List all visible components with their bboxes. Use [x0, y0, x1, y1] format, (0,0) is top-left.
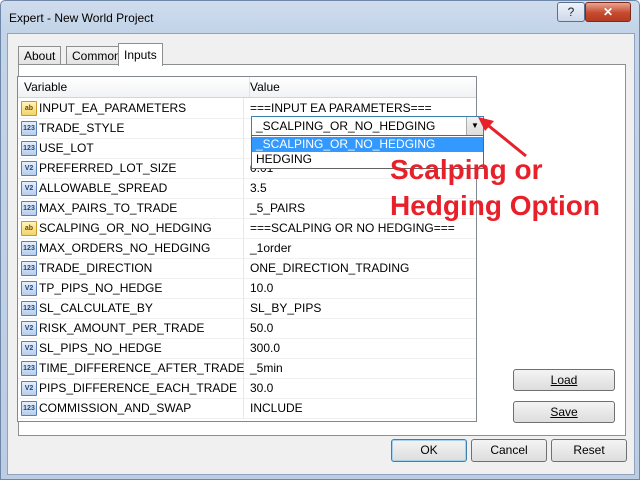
variable-cell: V2 PIPS_DIFFERENCE_EACH_TRADE: [18, 378, 244, 398]
trade-style-combo[interactable]: _SCALPING_OR_NO_HEDGING ▼: [251, 116, 484, 136]
table-row[interactable]: 123 MAX_ORDERS_NO_HEDGING _1order: [18, 238, 476, 259]
variable-name: TIME_DIFFERENCE_AFTER_TRADE: [39, 361, 245, 375]
value-cell[interactable]: _5min: [244, 358, 476, 378]
table-row[interactable]: V2 TP_PIPS_NO_HEDGE 10.0: [18, 278, 476, 299]
table-row[interactable]: 123 SL_CALCULATE_BY SL_BY_PIPS: [18, 298, 476, 319]
variable-name: TRADE_STYLE: [39, 121, 125, 135]
integer-type-icon: 123: [21, 401, 37, 416]
value-cell[interactable]: 50.0: [244, 318, 476, 338]
value-cell[interactable]: ===INPUT EA PARAMETERS===: [244, 98, 476, 118]
double-type-icon: V2: [21, 181, 37, 196]
variable-cell: 123 USE_LOT: [18, 138, 244, 158]
variable-name: TRADE_DIRECTION: [39, 261, 153, 275]
variable-name: COMMISSION_AND_SWAP: [39, 401, 192, 415]
variable-cell: 123 TIME_DIFFERENCE_AFTER_TRADE: [18, 358, 244, 378]
integer-type-icon: 123: [21, 261, 37, 276]
value-cell[interactable]: SL_BY_PIPS: [244, 298, 476, 318]
variable-cell: ab SCALPING_OR_NO_HEDGING: [18, 218, 244, 238]
string-type-icon: ab: [21, 221, 37, 236]
title-bar[interactable]: Expert - New World Project ? ✕: [1, 1, 639, 33]
grid-header: Variable Value: [18, 77, 476, 98]
integer-type-icon: 123: [21, 241, 37, 256]
double-type-icon: V2: [21, 341, 37, 356]
double-type-icon: V2: [21, 281, 37, 296]
variable-cell: V2 SL_PIPS_NO_HEDGE: [18, 338, 244, 358]
value-cell[interactable]: 10.0: [244, 278, 476, 298]
variable-cell: 123 TRADE_STYLE: [18, 118, 244, 138]
tab-inputs[interactable]: Inputs: [118, 43, 163, 66]
dropdown-option-scalping[interactable]: _SCALPING_OR_NO_HEDGING: [252, 137, 483, 152]
variable-cell: V2 ALLOWABLE_SPREAD: [18, 178, 244, 198]
column-header-variable[interactable]: Variable: [18, 77, 250, 97]
integer-type-icon: 123: [21, 361, 37, 376]
variable-name: RISK_AMOUNT_PER_TRADE: [39, 321, 205, 335]
value-cell[interactable]: _1order: [244, 238, 476, 258]
variable-cell: ab INPUT_EA_PARAMETERS: [18, 98, 244, 118]
variable-cell: 123 SL_CALCULATE_BY: [18, 298, 244, 318]
load-button[interactable]: Load: [513, 369, 615, 391]
table-row[interactable]: 123 TIME_DIFFERENCE_AFTER_TRADE _5min: [18, 358, 476, 379]
table-row[interactable]: 123 COMMISSION_AND_SWAP INCLUDE: [18, 398, 476, 419]
variable-name: TP_PIPS_NO_HEDGE: [39, 281, 163, 295]
variable-name: INPUT_EA_PARAMETERS: [39, 101, 187, 115]
variable-cell: 123 MAX_PAIRS_TO_TRADE: [18, 198, 244, 218]
expert-dialog: Expert - New World Project ? ✕ About Com…: [0, 0, 640, 480]
value-cell[interactable]: INCLUDE: [244, 398, 476, 418]
save-button[interactable]: Save: [513, 401, 615, 423]
variable-name: MAX_PAIRS_TO_TRADE: [39, 201, 178, 215]
tab-about[interactable]: About: [18, 46, 62, 65]
variable-name: PIPS_DIFFERENCE_EACH_TRADE: [39, 381, 238, 395]
variable-name: PREFERRED_LOT_SIZE: [39, 161, 177, 175]
reset-button[interactable]: Reset: [551, 439, 627, 462]
value-cell[interactable]: 30.0: [244, 378, 476, 398]
load-button-label: Load: [550, 373, 578, 387]
string-type-icon: ab: [21, 101, 37, 116]
variable-name: SL_PIPS_NO_HEDGE: [39, 341, 162, 355]
table-row[interactable]: V2 SL_PIPS_NO_HEDGE 300.0: [18, 338, 476, 359]
integer-type-icon: 123: [21, 121, 37, 136]
value-cell[interactable]: ONE_DIRECTION_TRADING: [244, 258, 476, 278]
double-type-icon: V2: [21, 321, 37, 336]
annotation-line-1: Scalping or: [390, 154, 543, 185]
variable-name: ALLOWABLE_SPREAD: [39, 181, 168, 195]
double-type-icon: V2: [21, 161, 37, 176]
value-cell[interactable]: 300.0: [244, 338, 476, 358]
combo-selected-value: _SCALPING_OR_NO_HEDGING: [256, 119, 436, 133]
variable-cell: 123 MAX_ORDERS_NO_HEDGING: [18, 238, 244, 258]
dialog-client: About Common Inputs Variable Value ab INP…: [7, 33, 635, 475]
double-type-icon: V2: [21, 381, 37, 396]
variable-cell: V2 RISK_AMOUNT_PER_TRADE: [18, 318, 244, 338]
variable-cell: V2 PREFERRED_LOT_SIZE: [18, 158, 244, 178]
integer-type-icon: 123: [21, 141, 37, 156]
cancel-button[interactable]: Cancel: [471, 439, 547, 462]
variable-cell: V2 TP_PIPS_NO_HEDGE: [18, 278, 244, 298]
variable-name: USE_LOT: [39, 141, 94, 155]
integer-type-icon: 123: [21, 301, 37, 316]
column-header-value[interactable]: Value: [244, 77, 476, 97]
help-button[interactable]: ?: [557, 2, 585, 22]
integer-type-icon: 123: [21, 201, 37, 216]
variable-cell: 123 TRADE_DIRECTION: [18, 258, 244, 278]
ok-button[interactable]: OK: [391, 439, 467, 462]
save-button-label: Save: [550, 405, 578, 419]
table-row[interactable]: V2 PIPS_DIFFERENCE_EACH_TRADE 30.0: [18, 378, 476, 399]
annotation-text: Scalping or Hedging Option: [390, 152, 600, 224]
table-row[interactable]: 123 TRADE_DIRECTION ONE_DIRECTION_TRADING: [18, 258, 476, 279]
table-row[interactable]: V2 RISK_AMOUNT_PER_TRADE 50.0: [18, 318, 476, 339]
variable-name: MAX_ORDERS_NO_HEDGING: [39, 241, 211, 255]
close-button[interactable]: ✕: [585, 2, 631, 22]
variable-cell: 123 COMMISSION_AND_SWAP: [18, 398, 244, 418]
annotation-line-2: Hedging Option: [390, 190, 600, 221]
variable-name: SL_CALCULATE_BY: [39, 301, 153, 315]
variable-name: SCALPING_OR_NO_HEDGING: [39, 221, 212, 235]
window-title: Expert - New World Project: [9, 11, 154, 25]
